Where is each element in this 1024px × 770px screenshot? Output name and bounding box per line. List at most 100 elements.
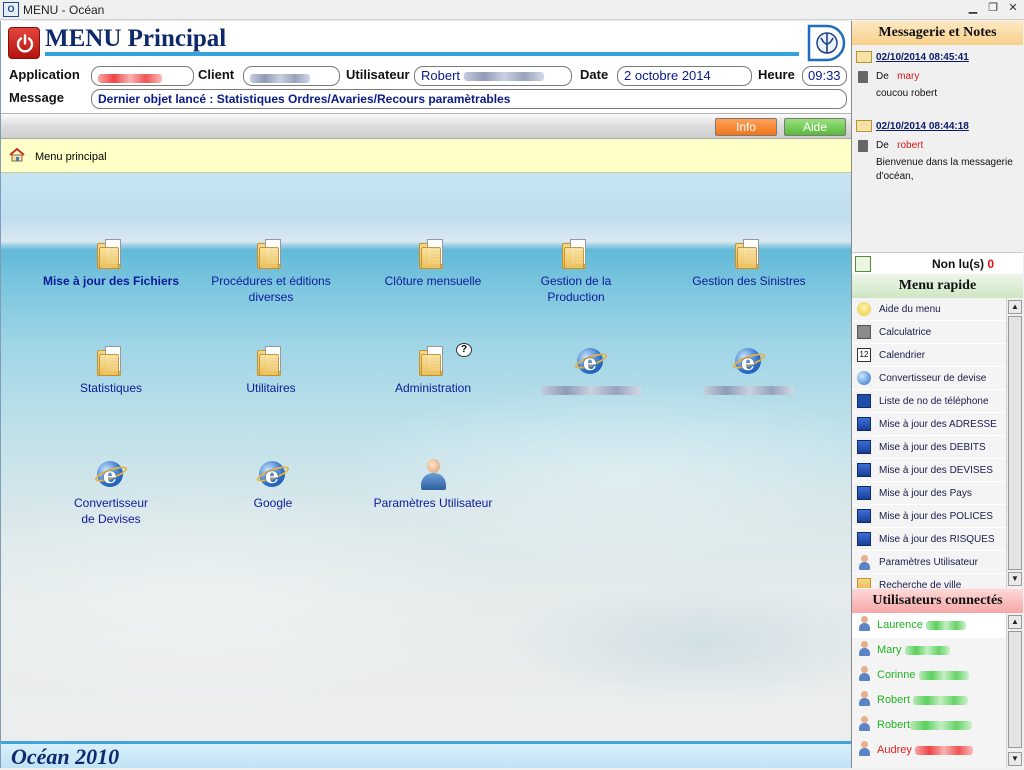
user-row[interactable]: Audrey — [852, 738, 1006, 763]
quick-item-label: Recherche de ville — [879, 580, 962, 588]
new-note-icon[interactable] — [855, 256, 871, 272]
user-field[interactable]: Robert — [414, 66, 572, 86]
main-area: MENU Principal Application Client Utilis… — [0, 21, 852, 769]
window-title: MENU - Océan — [23, 3, 105, 17]
scroll-up-icon[interactable]: ▲ — [1008, 300, 1022, 314]
user-icon — [857, 555, 871, 570]
info-button[interactable]: Info — [715, 118, 777, 136]
application-field[interactable] — [91, 66, 194, 86]
desktop-item-label: Clôture mensuelle — [384, 274, 482, 288]
quick-item-polices[interactable]: Mise à jour des POLICES — [852, 505, 1006, 528]
scroll-up-icon[interactable]: ▲ — [1008, 615, 1022, 629]
breadcrumb-label: Menu principal — [35, 151, 107, 163]
message-body: Bienvenue dans la messagerie d'océan, — [876, 157, 1013, 182]
desktop-item-convertisseur-devises[interactable]: e Convertisseur de Devises — [36, 459, 186, 527]
footer: Océan 2010 — [1, 741, 852, 769]
desktop-item-gestion-sinistres[interactable]: Gestion des Sinistres — [674, 239, 824, 289]
desktop-item-utilitaires[interactable]: Utilitaires — [196, 346, 346, 396]
quick-item-debits[interactable]: Mise à jour des DEBITS — [852, 436, 1006, 459]
quick-item-convertisseur[interactable]: Convertisseur de devise — [852, 367, 1006, 390]
power-button[interactable] — [8, 27, 40, 59]
folder-icon — [562, 239, 590, 269]
message-item[interactable]: 02/10/2014 08:45:41 De mary coucou rober… — [852, 49, 1023, 117]
desktop-item-web-link-1[interactable]: e — [516, 346, 666, 398]
user-label: Utilisateur — [346, 67, 410, 82]
scroll-down-icon[interactable]: ▼ — [1008, 572, 1022, 586]
quick-item-pays[interactable]: Mise à jour des Pays — [852, 482, 1006, 505]
user-row[interactable]: Mary — [852, 638, 1006, 663]
quick-item-aide[interactable]: Aide du menu — [852, 298, 1006, 321]
message-item[interactable]: 02/10/2014 08:44:18 De robert Bienvenue … — [852, 118, 1023, 208]
toolbar: Info Aide — [1, 113, 852, 139]
home-icon[interactable] — [9, 148, 25, 162]
message-from: mary — [897, 71, 920, 82]
desktop-item-label: Paramètres Utilisateur — [373, 496, 493, 510]
time-field[interactable]: 09:33 — [802, 66, 847, 86]
desktop-item-procedures[interactable]: Procédures et éditions diverses — [196, 239, 346, 305]
trash-icon[interactable] — [858, 140, 868, 152]
footer-brand: Océan 2010 — [11, 744, 120, 769]
scroll-down-icon[interactable]: ▼ — [1008, 752, 1022, 766]
desktop-item-label: Utilitaires — [246, 381, 296, 395]
quick-item-calendrier[interactable]: 12 Calendrier — [852, 344, 1006, 367]
quick-item-adresse[interactable]: Mise à jour des ADRESSE — [852, 413, 1006, 436]
application-label: Application — [9, 67, 80, 82]
user-row[interactable]: Robert — [852, 688, 1006, 713]
client-field[interactable] — [243, 66, 340, 86]
desktop-item-label: Procédures et éditions diverses — [211, 274, 331, 304]
book-icon — [857, 394, 871, 408]
trash-icon[interactable] — [858, 71, 868, 83]
aide-button[interactable]: Aide — [784, 118, 846, 136]
message-from-line: De mary — [876, 71, 919, 82]
breadcrumb: Menu principal — [1, 139, 852, 173]
scroll-thumb[interactable] — [1008, 316, 1022, 570]
window-titlebar: O MENU - Océan ▁ ❐ ✕ — [0, 0, 1024, 20]
folder-icon — [257, 346, 285, 376]
quick-item-devises[interactable]: Mise à jour des DEVISES — [852, 459, 1006, 482]
desktop-item-administration[interactable]: Administration — [358, 346, 508, 396]
desktop-item-google[interactable]: e Google — [198, 459, 348, 511]
scroll-thumb[interactable] — [1008, 631, 1022, 748]
quick-item-telephone[interactable]: Liste de no de téléphone — [852, 390, 1006, 413]
quick-menu-scrollbar[interactable]: ▲ ▼ — [1006, 298, 1022, 588]
desktop-item-statistiques[interactable]: Statistiques — [36, 346, 186, 396]
minimize-icon[interactable]: ▁ — [966, 3, 980, 16]
user-row[interactable]: Robert — [852, 713, 1006, 738]
envelope-icon — [856, 51, 872, 63]
close-icon[interactable]: ✕ — [1006, 3, 1020, 16]
desktop-item-label: Gestion des Sinistres — [692, 274, 806, 288]
title-underline — [45, 52, 799, 56]
utilisateurs-title: Utilisateurs connectés — [852, 589, 1023, 613]
quick-item-label: Calendrier — [879, 350, 926, 361]
user-icon — [857, 616, 871, 633]
ie-icon: e — [93, 459, 129, 489]
desktop-item-parametres-utilisateur[interactable]: Paramètres Utilisateur — [358, 459, 508, 511]
quick-menu-list: Aide du menu Calculatrice 12 Calendrier C… — [852, 298, 1006, 588]
desktop-item-web-link-2[interactable]: e — [674, 346, 824, 398]
monitor-icon — [857, 532, 871, 546]
user-row[interactable]: Laurence — [852, 613, 1006, 638]
message-date[interactable]: 02/10/2014 08:45:41 — [876, 52, 969, 63]
desktop-item-mise-a-jour-fichiers[interactable]: Mise à jour des Fichiers — [36, 239, 186, 289]
menu-rapide-title: Menu rapide — [852, 274, 1023, 298]
quick-item-recherche-ville[interactable]: Recherche de ville — [852, 574, 1006, 588]
help-bubble-icon: ? — [456, 343, 472, 357]
quick-item-parametres[interactable]: Paramètres Utilisateur — [852, 551, 1006, 574]
message-date[interactable]: 02/10/2014 08:44:18 — [876, 121, 969, 132]
message-field[interactable]: Dernier objet lancé : Statistiques Ordre… — [91, 89, 847, 109]
ocean-logo-icon — [807, 24, 846, 62]
users-scrollbar[interactable]: ▲ ▼ — [1006, 613, 1022, 768]
quick-item-label: Mise à jour des Pays — [879, 488, 972, 499]
date-field[interactable]: 2 octobre 2014 — [617, 66, 752, 86]
message-from-line: De robert — [876, 140, 923, 151]
user-name: Corinne — [877, 669, 969, 681]
desktop-item-cloture-mensuelle[interactable]: Clôture mensuelle — [358, 239, 508, 289]
desktop-item-gestion-production[interactable]: Gestion de la Production — [516, 239, 636, 305]
user-name: Audrey — [877, 744, 973, 756]
quick-item-risques[interactable]: Mise à jour des RISQUES — [852, 528, 1006, 551]
user-row[interactable]: Corinne — [852, 663, 1006, 688]
quick-item-calculatrice[interactable]: Calculatrice — [852, 321, 1006, 344]
restore-icon[interactable]: ❐ — [986, 3, 1000, 16]
user-icon — [857, 691, 871, 708]
user-name-text: Corinne — [877, 669, 916, 681]
